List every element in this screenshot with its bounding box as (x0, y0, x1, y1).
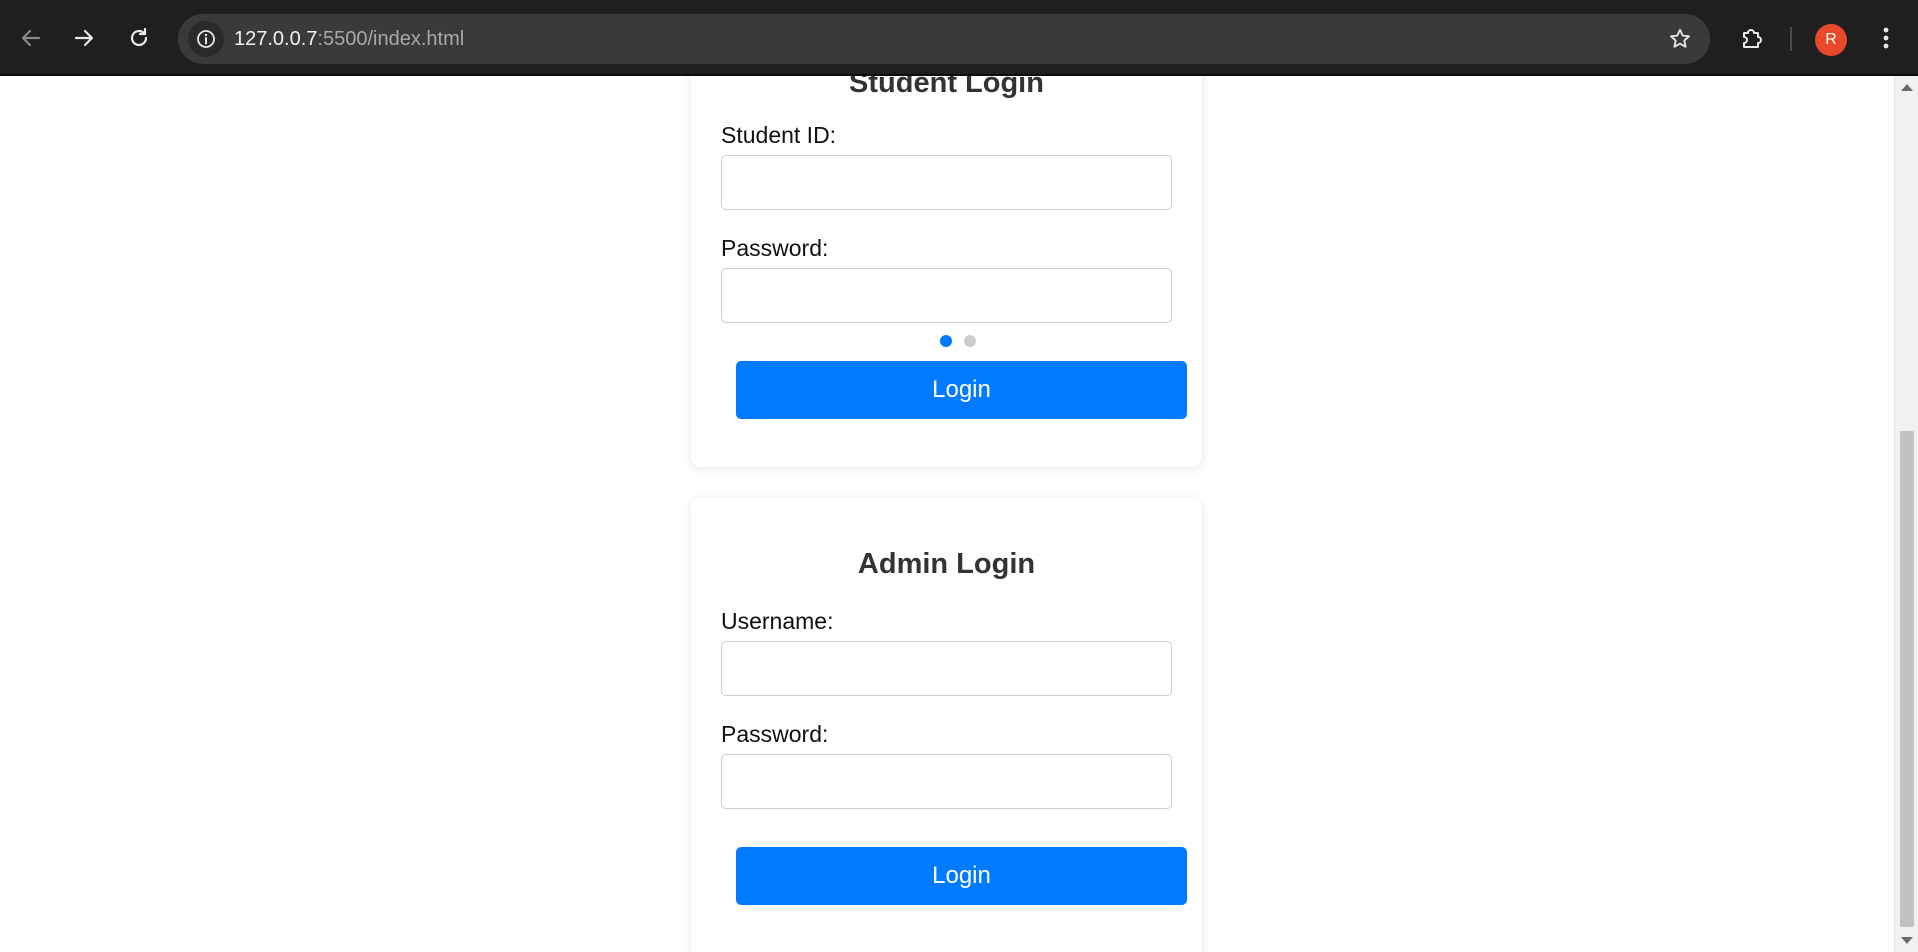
carousel-dot-1[interactable] (939, 335, 952, 347)
admin-password-label: Password: (721, 721, 829, 747)
student-password-input[interactable] (721, 268, 1172, 323)
url-path: :5500/index.html (317, 28, 465, 50)
student-login-title: Student Login (849, 76, 1044, 99)
url-text[interactable]: 127.0.0.7:5500/index.html (234, 27, 464, 51)
carousel-dots (691, 335, 1202, 347)
browser-menu-button[interactable] (1864, 16, 1908, 60)
kebab-menu-icon (1883, 27, 1889, 49)
info-icon (197, 30, 215, 48)
toolbar-divider (1790, 27, 1792, 51)
page-viewport: Student Login Student ID: Password: Logi… (0, 76, 1918, 952)
admin-username-label: Username: (721, 608, 834, 634)
arrow-right-icon (74, 29, 94, 47)
star-icon (1670, 28, 1690, 48)
student-password-label: Password: (721, 235, 829, 261)
scrollbar-thumb[interactable] (1900, 431, 1914, 927)
bookmark-button[interactable] (1664, 23, 1696, 55)
scroll-down-arrow-icon[interactable] (1901, 937, 1913, 944)
reload-icon (130, 27, 148, 47)
reload-button[interactable] (117, 16, 161, 60)
puzzle-icon (1743, 29, 1762, 48)
profile-avatar[interactable]: R (1815, 24, 1847, 56)
admin-login-title: Admin Login (857, 548, 1036, 580)
carousel-dot-2[interactable] (963, 335, 976, 347)
admin-username-input[interactable] (721, 641, 1172, 696)
student-login-card: Student Login Student ID: Password: Logi… (691, 76, 1202, 467)
url-host: 127.0.0.7 (234, 28, 318, 50)
forward-button[interactable] (62, 16, 106, 60)
admin-login-card: Admin Login Username: Password: Login (691, 497, 1202, 952)
back-button[interactable] (9, 16, 53, 60)
student-login-button[interactable]: Login (736, 361, 1187, 419)
address-bar[interactable]: 127.0.0.7:5500/index.html (178, 14, 1710, 64)
scroll-up-arrow-icon[interactable] (1901, 84, 1913, 91)
admin-login-button[interactable]: Login (736, 847, 1187, 905)
browser-toolbar: 127.0.0.7:5500/index.html R (0, 0, 1918, 76)
student-id-input[interactable] (721, 155, 1172, 210)
arrow-left-icon (21, 29, 41, 47)
student-id-label: Student ID: (721, 122, 837, 148)
page-scrollbar[interactable] (1894, 76, 1918, 952)
admin-password-input[interactable] (721, 754, 1172, 809)
site-info-button[interactable] (188, 21, 224, 57)
extensions-button[interactable] (1730, 16, 1774, 60)
